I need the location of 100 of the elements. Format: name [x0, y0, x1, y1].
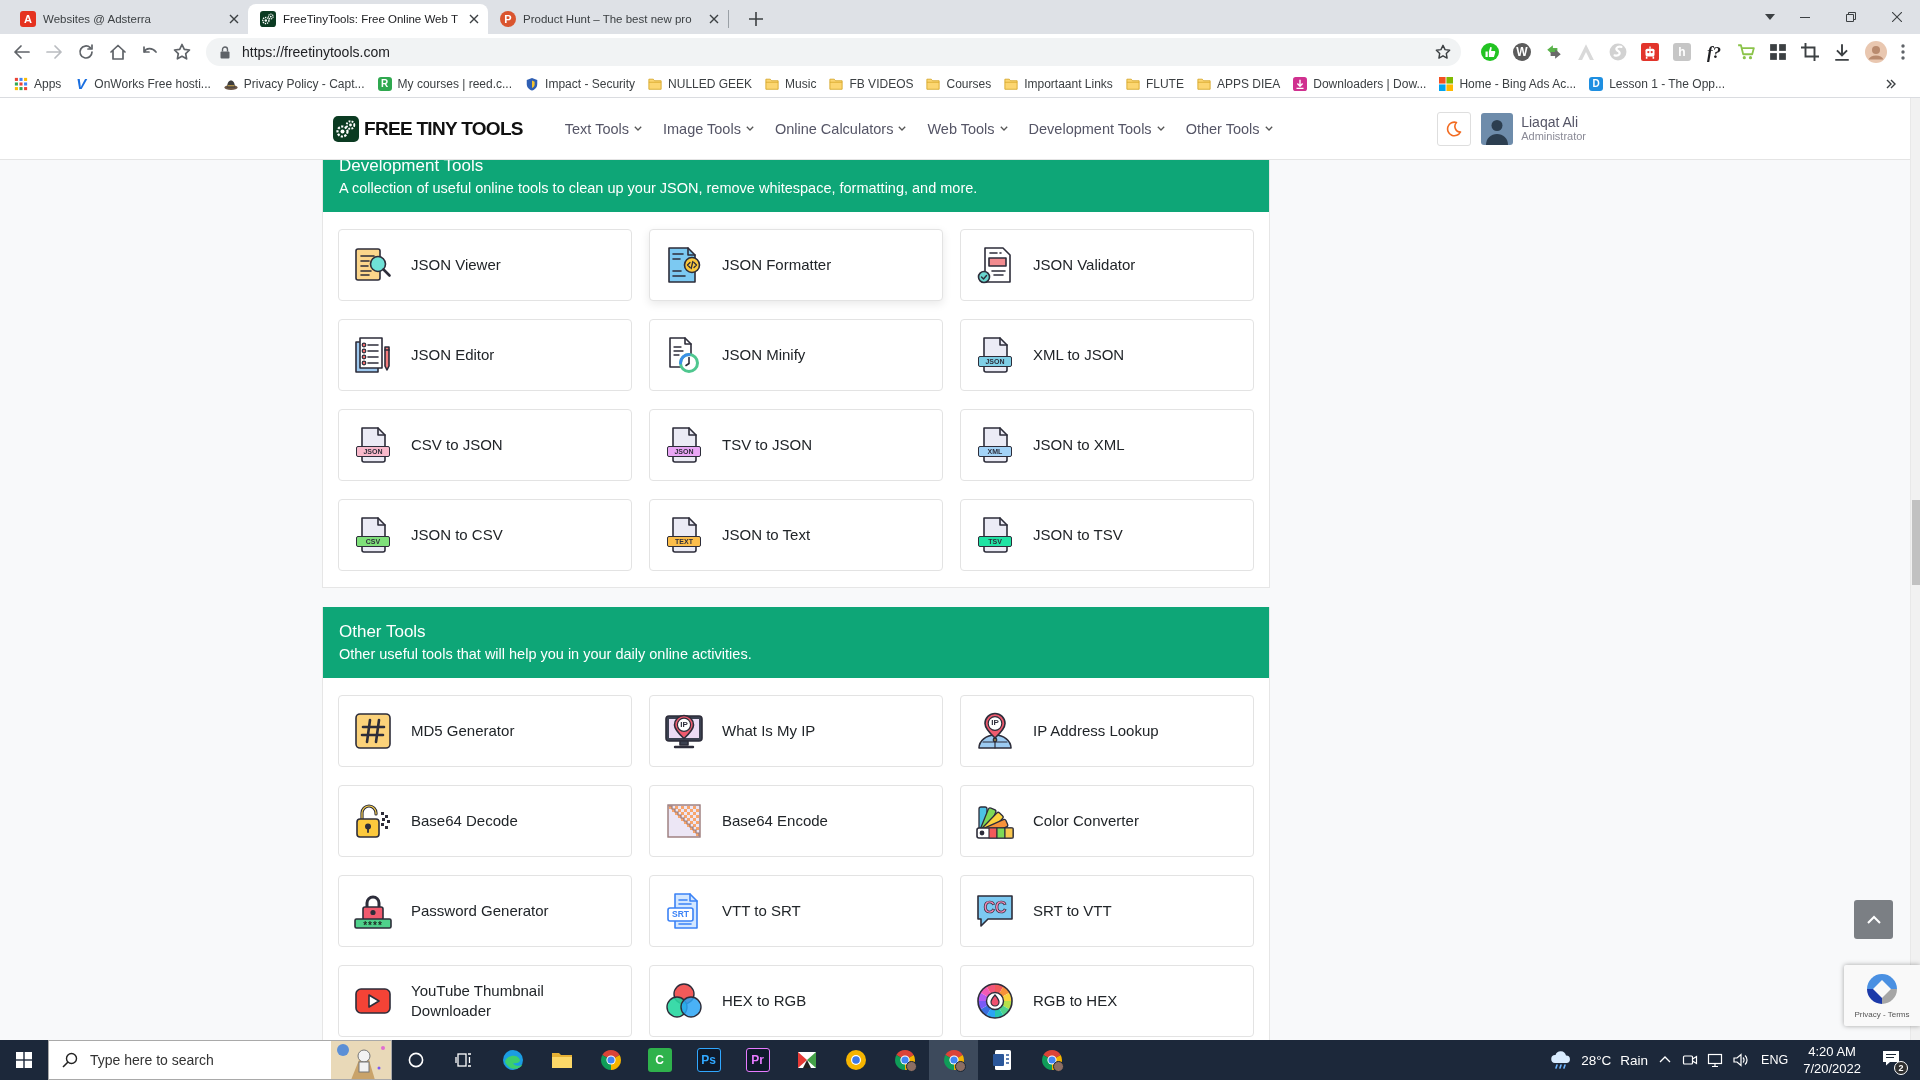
tool-card[interactable]: IP IP Address Lookup [960, 695, 1254, 767]
tool-card[interactable]: **** Password Generator [338, 875, 632, 947]
network-icon[interactable] [1707, 1052, 1724, 1068]
clock-date[interactable]: 7/20/2022 [1803, 1060, 1861, 1077]
bookmark[interactable]: FB VIDEOS [823, 71, 920, 96]
back-icon[interactable] [13, 43, 31, 61]
bookmark[interactable]: V OnWorks Free hosti... [68, 71, 217, 96]
close-icon[interactable] [709, 14, 719, 24]
tool-card[interactable]: Base64 Encode [649, 785, 943, 857]
robot-icon[interactable] [1641, 43, 1659, 61]
address-bar[interactable]: https://freetinytools.com [206, 38, 1461, 66]
browser-icon [941, 1048, 966, 1072]
caret-icon[interactable] [1765, 14, 1775, 20]
theme-toggle-button[interactable] [1437, 111, 1472, 146]
circle-icon[interactable] [408, 1052, 424, 1068]
tool-card[interactable]: JSON Viewer [338, 229, 632, 301]
star-icon[interactable] [173, 43, 191, 61]
tool-card[interactable]: CC SRT to VTT [960, 875, 1254, 947]
site-logo[interactable]: FREE TINY TOOLS [333, 115, 523, 142]
lock-icon [220, 45, 230, 59]
tool-card[interactable]: SRT VTT to SRT [649, 875, 943, 947]
bookmark[interactable]: APPS DIEA [1190, 71, 1287, 96]
grid-icon[interactable] [1769, 43, 1787, 61]
bookmark[interactable]: D Lesson 1 - The Opp... [1583, 71, 1731, 96]
bookmark[interactable]: Impact - Security [519, 71, 642, 96]
minimize-icon[interactable] [1800, 16, 1810, 18]
tool-card[interactable]: JSON Editor [338, 319, 632, 391]
nav-menu[interactable]: Web Tools [927, 120, 1008, 137]
recaptcha-links[interactable]: Privacy - Terms [1854, 1010, 1910, 1019]
section-description: Other useful tools that will help you in your daily online activities. [339, 645, 753, 664]
temperature[interactable]: 28°C [1581, 1052, 1612, 1068]
user-name[interactable]: Liaqat Ali [1521, 113, 1586, 131]
language-indicator[interactable]: ENG [1761, 1053, 1789, 1067]
bookmark[interactable]: Downloaders | Dow... [1287, 71, 1433, 96]
caption-label: CC [982, 897, 1008, 918]
browser-tab[interactable]: A Websites @ Adsterra [8, 4, 248, 34]
crop-icon[interactable] [1801, 43, 1819, 61]
tool-card[interactable]: YouTube Thumbnail Downloader [338, 965, 632, 1037]
scrollbar[interactable] [1910, 98, 1920, 1040]
taskbar-button[interactable]: Ps [684, 1040, 733, 1080]
reload-icon[interactable] [77, 43, 95, 61]
bookmark[interactable]: Home - Bing Ads Ac... [1433, 71, 1583, 96]
volume-icon[interactable] [1732, 1052, 1749, 1068]
tool-card[interactable]: IP What Is My IP [649, 695, 943, 767]
caret-icon [898, 126, 907, 131]
close-icon[interactable] [1892, 12, 1902, 22]
chevron-icon[interactable] [1886, 78, 1896, 89]
browser-tab[interactable]: P Product Hunt – The best new pro [488, 4, 728, 34]
clock-time[interactable]: 4:20 AM [1808, 1043, 1856, 1060]
star-icon[interactable] [1435, 44, 1451, 60]
nav-menu[interactable]: Other Tools [1185, 120, 1273, 137]
search-field[interactable]: Type here to search [48, 1040, 392, 1080]
tool-card[interactable]: Base64 Decode [338, 785, 632, 857]
weather-icon[interactable] [1550, 1050, 1573, 1070]
nav-menu[interactable]: Development Tools [1028, 120, 1165, 137]
bookmark[interactable]: Importaant Links [998, 71, 1119, 96]
tool-card[interactable]: JSON Minify [649, 319, 943, 391]
plus-icon[interactable] [749, 12, 763, 26]
browser-icon [598, 1048, 623, 1072]
nav-menu[interactable]: Text Tools [564, 120, 642, 137]
bookmark[interactable]: Privacy Policy - Capt... [217, 71, 371, 96]
extension-button[interactable]: W [1513, 43, 1531, 61]
restore-icon[interactable] [1846, 12, 1856, 22]
avatar-icon[interactable] [1481, 112, 1514, 145]
profile-avatar[interactable] [1865, 41, 1887, 63]
four-panes-icon [16, 1052, 32, 1068]
bookmark[interactable]: Music [759, 71, 823, 96]
tool-card[interactable]: JSON Validator [960, 229, 1254, 301]
scrollbar-thumb[interactable] [1912, 500, 1920, 585]
tool-card[interactable]: Color Converter [960, 785, 1254, 857]
hash-icon [353, 711, 393, 751]
bookmark[interactable]: Apps [8, 71, 68, 96]
weather-condition[interactable]: Rain [1620, 1052, 1649, 1068]
arrows-icon[interactable] [1545, 43, 1563, 61]
taskbar-button[interactable]: Pr [733, 1040, 782, 1080]
nav-menu[interactable]: Online Calculators [774, 120, 907, 137]
browser-tab[interactable]: FreeTinyTools: Free Online Web T [248, 4, 488, 34]
tool-card[interactable]: MD5 Generator [338, 695, 632, 767]
search-input[interactable]: Type here to search [90, 1052, 319, 1068]
close-icon[interactable] [229, 14, 239, 24]
tool-card[interactable]: RGB to HEX [960, 965, 1254, 1037]
bookmark[interactable]: FLUTE [1119, 71, 1190, 96]
close-icon[interactable] [469, 14, 479, 24]
back-to-top-button[interactable] [1854, 900, 1893, 939]
tool-card[interactable]: JSON Formatter [649, 229, 943, 301]
thumbs-up-icon[interactable] [1481, 43, 1499, 61]
home-icon[interactable] [109, 43, 127, 61]
extension-button[interactable]: f? [1705, 43, 1723, 61]
menu-icon[interactable] [1901, 44, 1905, 60]
bookmark[interactable]: Courses [920, 71, 998, 96]
search-icon [62, 1052, 78, 1068]
nav-menu[interactable]: Image Tools [663, 120, 754, 137]
bookmark[interactable]: NULLED GEEK [642, 71, 759, 96]
camera-icon[interactable] [1682, 1052, 1699, 1068]
bookmark[interactable]: R My courses | reed.c... [371, 71, 519, 96]
tool-card[interactable]: HEX to RGB [649, 965, 943, 1037]
download-icon[interactable] [1833, 43, 1851, 61]
notification-icon[interactable] [1882, 1050, 1900, 1066]
recaptcha-icon [1865, 972, 1899, 1006]
task-view-icon[interactable] [455, 1052, 473, 1068]
